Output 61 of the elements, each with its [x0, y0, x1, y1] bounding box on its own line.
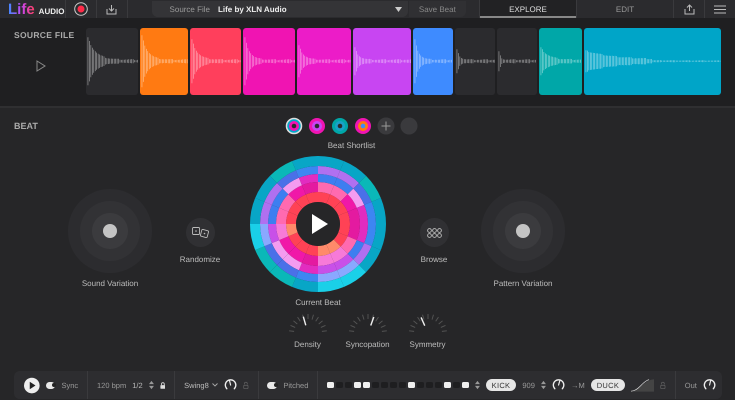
logo-subtext: AUDIO	[38, 6, 64, 16]
toggle-switch[interactable]	[46, 382, 56, 388]
source-file-dropdown[interactable]: Source File Life by XLN Audio	[152, 1, 408, 17]
dice-icon	[192, 226, 208, 238]
stepper-icon[interactable]	[148, 379, 154, 391]
sample-slice[interactable]	[86, 28, 138, 95]
pad-label: Sound Variation	[82, 279, 138, 288]
shortlist-label: Beat Shortlist	[328, 141, 376, 150]
grid-icon	[426, 228, 442, 238]
duck-curve-icon	[631, 377, 654, 393]
waveform-drawing	[497, 51, 538, 72]
stepper-icon[interactable]	[474, 379, 480, 391]
step-pad[interactable]	[354, 382, 361, 388]
waveform-drawing	[539, 47, 582, 76]
dial-label: Symmetry	[410, 340, 446, 349]
add-button[interactable]	[377, 117, 395, 135]
waveform-drawing	[140, 35, 188, 88]
waveform-drawing	[86, 37, 138, 86]
waveform-drawing	[190, 39, 241, 84]
waveform-drawing	[297, 45, 350, 78]
download-icon[interactable]	[106, 4, 118, 14]
padlock-icon[interactable]	[160, 380, 166, 390]
save-beat-button[interactable]: Save Beat	[408, 1, 466, 17]
step-pad[interactable]	[444, 382, 451, 388]
beat-thumbnail[interactable]	[354, 117, 372, 135]
logo-text: Life	[8, 2, 35, 16]
waveform-drawing	[412, 39, 453, 84]
browse-button[interactable]	[420, 218, 448, 247]
wheel-label: Current Beat	[295, 298, 341, 307]
randomize-button[interactable]	[186, 218, 214, 247]
toggle-switch[interactable]	[267, 382, 278, 388]
share-icon[interactable]	[684, 4, 694, 14]
section-title: BEAT	[14, 121, 38, 131]
beat-thumbnail[interactable]	[331, 117, 349, 135]
sample-slice[interactable]	[242, 28, 296, 95]
button-label: Randomize	[180, 255, 220, 264]
beat-thumbnail[interactable]	[308, 117, 326, 135]
beat-thumbnail[interactable]	[285, 117, 303, 135]
pad-label: Pattern Variation	[494, 279, 552, 288]
waveform-drawing	[352, 47, 411, 76]
section-title: SOURCE FILE	[14, 30, 74, 40]
pad-handle[interactable]	[103, 224, 117, 238]
step-pad[interactable]	[462, 382, 469, 388]
step-pad[interactable]	[327, 382, 334, 388]
play-button[interactable]	[24, 376, 40, 394]
caret-icon	[394, 6, 402, 12]
sample-slice[interactable]	[454, 28, 496, 95]
button-label: Browse	[420, 255, 448, 264]
play-icon[interactable]	[312, 214, 328, 234]
menu-icon[interactable]	[714, 4, 726, 14]
pad-handle[interactable]	[516, 224, 530, 238]
chevron-icon	[212, 383, 218, 387]
dial-label: Syncopation	[345, 340, 390, 349]
step-pad[interactable]	[363, 382, 370, 388]
step-pad[interactable]	[408, 382, 415, 388]
waveform-drawing	[454, 49, 496, 74]
tab[interactable]: EXPLORE	[478, 0, 576, 18]
dial-label: Density	[294, 340, 321, 349]
stepper-icon[interactable]	[540, 379, 546, 391]
waveform-drawing	[242, 37, 296, 86]
record-button[interactable]	[74, 2, 88, 16]
